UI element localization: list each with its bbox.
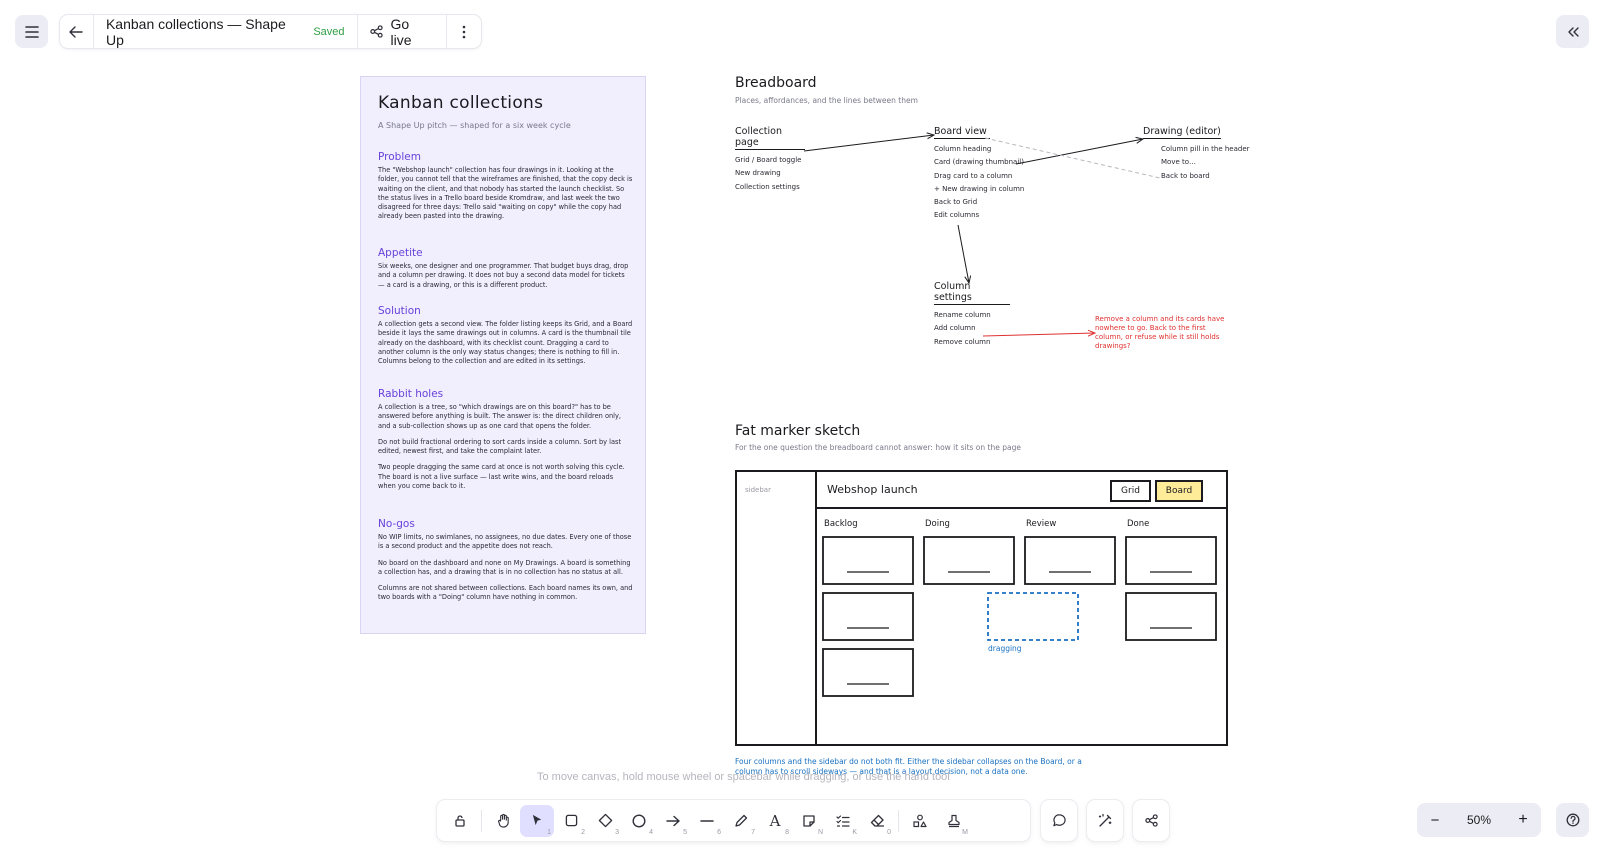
- shortcut-key: 4: [649, 828, 653, 836]
- shortcut-key: K: [852, 828, 857, 836]
- tool-line[interactable]: 6: [690, 805, 724, 837]
- zoom-level[interactable]: 50%: [1467, 813, 1491, 827]
- shapes-icon: [913, 814, 927, 827]
- sketch-card: [822, 648, 914, 697]
- connector-arrow-red: [982, 333, 1095, 336]
- tool-rectangle[interactable]: 2: [554, 805, 588, 837]
- tool-draw[interactable]: 7: [724, 805, 758, 837]
- sketch-frame: sidebar Webshop launch Grid Board Backlo…: [735, 470, 1228, 746]
- sketch-card: [1024, 536, 1116, 585]
- sketch-card: [1125, 536, 1217, 585]
- share-button[interactable]: [1133, 800, 1169, 841]
- help-button[interactable]: [1556, 803, 1589, 837]
- tool-diamond[interactable]: 3: [588, 805, 622, 837]
- zoom-control: − 50% +: [1417, 803, 1541, 837]
- canvas-hint: To move canvas, hold mouse wheel or spac…: [537, 771, 950, 783]
- shortcut-key: 3: [615, 828, 619, 836]
- shortcut-key: 1: [547, 828, 551, 836]
- drawing-toolbar: 1 2 3 4 5 6 7 A 8 N K 0 M: [437, 800, 1030, 841]
- rectangle-icon: [565, 814, 577, 827]
- sketch-dragging-card: [987, 592, 1079, 641]
- tool-eraser[interactable]: 0: [860, 805, 894, 837]
- shortcut-key: 5: [683, 828, 687, 836]
- toolbar-divider: [898, 809, 899, 832]
- sketch-card: [923, 536, 1015, 585]
- tool-arrow[interactable]: 5: [656, 805, 690, 837]
- hand-icon: [497, 813, 509, 828]
- eraser-icon: [870, 814, 884, 827]
- sketch-subtitle: For the one question the breadboard cann…: [735, 443, 1021, 452]
- toolbar-divider: [481, 809, 482, 832]
- tool-sticky-note[interactable]: N: [792, 805, 826, 837]
- magic-tools-button[interactable]: [1087, 800, 1123, 841]
- shortcut-key: M: [962, 828, 968, 836]
- diamond-icon: [598, 813, 612, 828]
- share-icon: [1144, 814, 1158, 827]
- tool-shapes-library[interactable]: [903, 805, 937, 837]
- sketch-title: Fat marker sketch: [735, 423, 861, 439]
- connector-arrow: [803, 135, 934, 152]
- shortcut-key: N: [817, 828, 823, 836]
- pencil-icon: [735, 814, 748, 827]
- sketch-card: [1125, 592, 1217, 641]
- checklist-icon: [836, 814, 850, 827]
- sketch-card: [822, 536, 914, 585]
- shortcut-key: 7: [751, 828, 755, 836]
- zoom-out-button[interactable]: −: [1427, 812, 1443, 829]
- wand-icon: [1098, 813, 1112, 827]
- shortcut-key: 6: [717, 828, 721, 836]
- shortcut-key: 0: [887, 828, 891, 836]
- sketch-cards: [822, 536, 1217, 697]
- connector-arrow: [1015, 139, 1143, 165]
- tool-hand[interactable]: [486, 805, 520, 837]
- connector-arrow: [957, 224, 969, 283]
- sketch-dragging-label: dragging: [988, 644, 1022, 653]
- tool-ellipse[interactable]: 4: [622, 805, 656, 837]
- ellipse-icon: [632, 813, 646, 828]
- speech-bubble-icon: [1052, 814, 1066, 827]
- line-icon: [700, 819, 714, 822]
- sketch-card: [822, 592, 914, 641]
- tool-text[interactable]: A 8: [758, 805, 792, 837]
- help-icon: [1566, 813, 1579, 827]
- pointer-icon: [532, 814, 541, 826]
- connector-dashed: [984, 137, 1161, 179]
- comment-button[interactable]: [1041, 800, 1077, 841]
- text-icon: A: [769, 811, 781, 830]
- tool-selection[interactable]: 1: [520, 804, 554, 837]
- tool-lock[interactable]: [443, 805, 477, 837]
- lock-icon: [455, 814, 465, 827]
- shortcut-key: 8: [785, 828, 789, 836]
- tool-checklist[interactable]: K: [826, 805, 860, 837]
- stamp-icon: [948, 814, 960, 827]
- sticky-note-icon: [803, 814, 815, 827]
- arrow-icon: [666, 815, 680, 826]
- shortcut-key: 2: [581, 828, 585, 836]
- tool-stamp[interactable]: M: [937, 805, 971, 837]
- zoom-in-button[interactable]: +: [1515, 811, 1531, 829]
